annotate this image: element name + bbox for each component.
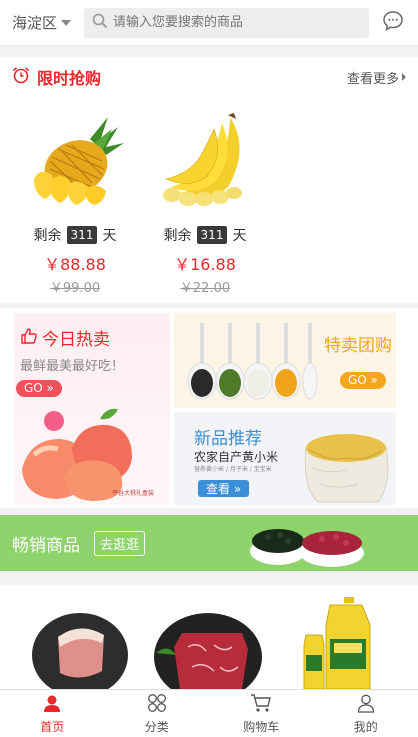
flash-sale-section: 限时抢购 查看更多 剩余 311 天 ￥88.88 ￥99.00 剩余 311 … — [0, 57, 418, 303]
millet-sack-image — [298, 418, 394, 508]
hot-today-title: 今日热卖 — [42, 330, 110, 350]
original-price: ￥99.00 — [49, 281, 101, 296]
tab-category[interactable]: 分类 — [105, 690, 210, 737]
sale-price: ￥16.88 — [174, 255, 236, 274]
location-selector[interactable]: 海淀区 — [0, 12, 84, 33]
hot-today-card[interactable]: 今日热卖 最鲜最美最好吃！ GO » 平谷大桃礼盒装 — [14, 313, 170, 505]
bottom-tab-bar: 首页 分类 购物车 我的 — [0, 689, 418, 737]
search-box[interactable] — [84, 7, 369, 38]
pork-image[interactable] — [30, 595, 130, 697]
hot-today-go-button[interactable]: GO » — [16, 379, 62, 397]
peaches-image: 平谷大桃礼盒装 — [14, 399, 170, 507]
search-input[interactable] — [113, 15, 353, 30]
pineapple-image — [10, 109, 140, 221]
view-more-label: 查看更多 — [346, 71, 399, 87]
top-header: 海淀区 — [0, 0, 418, 46]
person-icon — [356, 693, 376, 716]
remaining-days: 剩余 311 天 — [140, 225, 270, 245]
tab-profile-label: 我的 — [353, 719, 378, 734]
message-button[interactable] — [369, 10, 417, 36]
grid-icon — [147, 693, 167, 716]
days-badge: 311 — [196, 226, 228, 244]
view-more-link[interactable]: 查看更多 — [347, 68, 406, 87]
tab-category-label: 分类 — [144, 719, 169, 734]
new-arrivals-card[interactable]: 新品推荐 农家自产黄小米 营养黄小米 / 月子米 / 宝宝米 查看 » — [174, 412, 396, 505]
chevron-right-icon — [402, 73, 406, 81]
tab-profile[interactable]: 我的 — [314, 690, 418, 737]
cooking-oil-image[interactable] — [300, 595, 380, 694]
millet-tagline: 营养黄小米 / 月子米 / 宝宝米 — [194, 466, 272, 473]
bestseller-banner[interactable]: 畅销商品 去逛逛 — [0, 515, 418, 571]
tab-cart-label: 购物车 — [243, 719, 280, 734]
group-buy-title: 特卖团购 — [324, 336, 392, 356]
tab-cart[interactable]: 购物车 — [209, 690, 314, 737]
product-card-pineapple[interactable]: 剩余 311 天 ￥88.88 ￥99.00 — [10, 109, 140, 296]
product-card-banana[interactable]: 剩余 311 天 ￥16.88 ￥22.00 — [140, 109, 270, 296]
group-buy-card[interactable]: 特卖团购 GO » — [174, 313, 396, 408]
beef-image[interactable] — [152, 597, 264, 701]
remain-suffix: 天 — [102, 228, 117, 244]
days-badge: 311 — [66, 226, 98, 244]
grain-spoons-image — [178, 319, 318, 411]
alarm-clock-icon — [12, 66, 30, 88]
flash-sale-title: 限时抢购 — [37, 69, 102, 88]
chat-icon — [382, 10, 404, 36]
flash-sale-heading: 限时抢购 — [12, 65, 101, 89]
tab-home-label: 首页 — [40, 719, 65, 734]
promo-section: 今日热卖 最鲜最美最好吃！ GO » 平谷大桃礼盒装 特卖团购 GO » 新品推… — [0, 308, 418, 508]
bestseller-products — [0, 585, 418, 701]
new-arrivals-title: 新品推荐 — [194, 429, 262, 449]
remain-suffix: 天 — [232, 228, 247, 244]
view-new-button[interactable]: 查看 » — [198, 480, 250, 497]
banana-image — [140, 109, 270, 221]
search-icon — [92, 13, 108, 33]
tab-home[interactable]: 首页 — [0, 690, 105, 737]
thumbs-up-icon — [20, 327, 38, 349]
sale-price: ￥88.88 — [44, 255, 106, 274]
remain-prefix: 剩余 — [33, 228, 62, 244]
chevron-down-icon — [61, 19, 72, 26]
group-buy-go-button[interactable]: GO » — [340, 371, 386, 389]
millet-brand-text: 农家自产黄小米 — [194, 450, 279, 464]
hot-today-subtitle: 最鲜最美最好吃！ — [20, 359, 125, 374]
remain-prefix: 剩余 — [163, 228, 192, 244]
user-home-icon — [42, 693, 62, 716]
cart-icon — [250, 693, 272, 716]
beans-bowls-image — [246, 515, 376, 575]
browse-button[interactable]: 去逛逛 — [94, 530, 146, 556]
bestseller-title: 畅销商品 — [12, 535, 80, 556]
original-price: ￥22.00 — [179, 281, 231, 296]
svg-text:平谷大桃礼盒装: 平谷大桃礼盒装 — [112, 489, 154, 497]
remaining-days: 剩余 311 天 — [10, 225, 140, 245]
location-label: 海淀区 — [12, 14, 58, 32]
